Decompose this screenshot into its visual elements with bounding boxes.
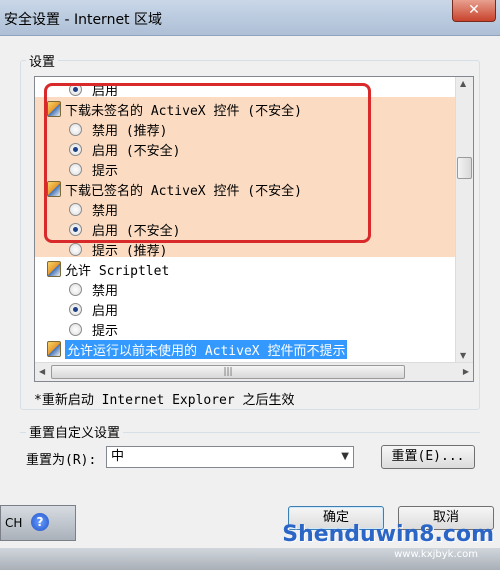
setting-option-label: 禁用: [92, 203, 119, 219]
horizontal-scrollbar[interactable]: ◀ ||| ▶: [35, 362, 473, 381]
watermark-logo: Shenduwin8.com: [282, 522, 494, 547]
radio-checked-icon[interactable]: [69, 222, 82, 236]
setting-option[interactable]: 禁用 (推荐): [69, 119, 167, 139]
setting-option-label: 启用 (不安全): [92, 143, 181, 159]
setting-option-label: 启用: [92, 83, 119, 99]
setting-option[interactable]: 提示: [69, 159, 118, 179]
setting-option[interactable]: 启用 (不安全): [69, 139, 180, 159]
setting-option-label: 启用 (不安全): [92, 223, 181, 239]
setting-icon: [47, 261, 61, 277]
setting-option[interactable]: 启用 (不安全): [69, 219, 180, 239]
window-title: 安全设置 - Internet 区域: [4, 12, 162, 28]
dropdown-arrow-icon[interactable]: ▼: [341, 447, 349, 467]
radio-checked-icon[interactable]: [69, 302, 82, 316]
reset-to-label: 重置为(R):: [26, 453, 97, 468]
reset-button[interactable]: 重置(E)...: [381, 445, 475, 469]
setting-heading-label: 下载未签名的 ActiveX 控件 (不安全): [65, 103, 302, 119]
radio-unchecked-icon[interactable]: [69, 242, 82, 256]
reset-level-select[interactable]: 中 ▼: [106, 446, 354, 468]
scroll-right-arrow-icon[interactable]: ▶: [463, 367, 469, 376]
scroll-left-arrow-icon[interactable]: ◀: [39, 367, 45, 376]
setting-option-label: 提示 (推荐): [92, 243, 168, 259]
scroll-up-arrow-icon[interactable]: ▲: [460, 79, 466, 88]
title-bar: 安全设置 - Internet 区域 ✕: [0, 0, 500, 36]
setting-option-label: 禁用 (推荐): [92, 123, 168, 139]
vertical-scrollbar[interactable]: ▲ ▼: [455, 77, 473, 362]
close-button[interactable]: ✕: [452, 0, 496, 22]
vertical-scroll-thumb[interactable]: [457, 157, 472, 179]
language-indicator[interactable]: CH: [5, 516, 22, 530]
setting-icon: [47, 341, 61, 357]
radio-checked-icon[interactable]: [69, 82, 82, 96]
horizontal-scroll-thumb[interactable]: |||: [51, 365, 405, 379]
radio-unchecked-icon[interactable]: [69, 202, 82, 216]
reset-level-value: 中: [111, 449, 125, 464]
setting-heading[interactable]: 下载已签名的 ActiveX 控件 (不安全): [47, 179, 302, 199]
setting-heading-label: 下载已签名的 ActiveX 控件 (不安全): [65, 183, 302, 199]
watermark-url: www.kxjbyk.com: [394, 549, 478, 560]
setting-option[interactable]: 提示: [69, 319, 118, 339]
setting-option-label: 提示: [92, 323, 119, 339]
scroll-down-arrow-icon[interactable]: ▼: [460, 351, 466, 360]
setting-option-label: 提示: [92, 163, 119, 179]
setting-heading[interactable]: 下载未签名的 ActiveX 控件 (不安全): [47, 99, 302, 119]
setting-icon: [47, 181, 61, 197]
restart-note: *重新启动 Internet Explorer 之后生效: [34, 393, 295, 408]
setting-option[interactable]: 提示 (推荐): [69, 239, 167, 259]
reset-group-label: 重置自定义设置: [26, 422, 124, 441]
radio-unchecked-icon[interactable]: [69, 162, 82, 176]
help-icon[interactable]: ?: [31, 513, 49, 531]
setting-option[interactable]: 启用: [69, 79, 118, 99]
setting-option-label: 启用: [92, 303, 119, 319]
setting-option[interactable]: 禁用: [69, 199, 118, 219]
setting-option-label: 禁用: [92, 283, 119, 299]
radio-checked-icon[interactable]: [69, 142, 82, 156]
radio-unchecked-icon[interactable]: [69, 282, 82, 296]
setting-option[interactable]: 禁用: [69, 279, 118, 299]
settings-group-label: 设置: [26, 51, 59, 70]
setting-heading-label: 允许运行以前未使用的 ActiveX 控件而不提示: [65, 339, 348, 359]
setting-icon: [47, 101, 61, 117]
setting-option[interactable]: 启用: [69, 299, 118, 319]
setting-heading[interactable]: 允许运行以前未使用的 ActiveX 控件而不提示: [47, 339, 348, 359]
settings-list[interactable]: 启用 下载未签名的 ActiveX 控件 (不安全) 禁用 (推荐) 启用 (不安全)…: [34, 76, 474, 382]
setting-heading[interactable]: 允许 Scriptlet: [47, 259, 169, 279]
radio-unchecked-icon[interactable]: [69, 122, 82, 136]
language-bar: CH ?: [0, 505, 76, 541]
setting-heading-label: 允许 Scriptlet: [65, 263, 170, 279]
settings-rows: 启用 下载未签名的 ActiveX 控件 (不安全) 禁用 (推荐) 启用 (不安全)…: [35, 77, 455, 362]
radio-unchecked-icon[interactable]: [69, 322, 82, 336]
